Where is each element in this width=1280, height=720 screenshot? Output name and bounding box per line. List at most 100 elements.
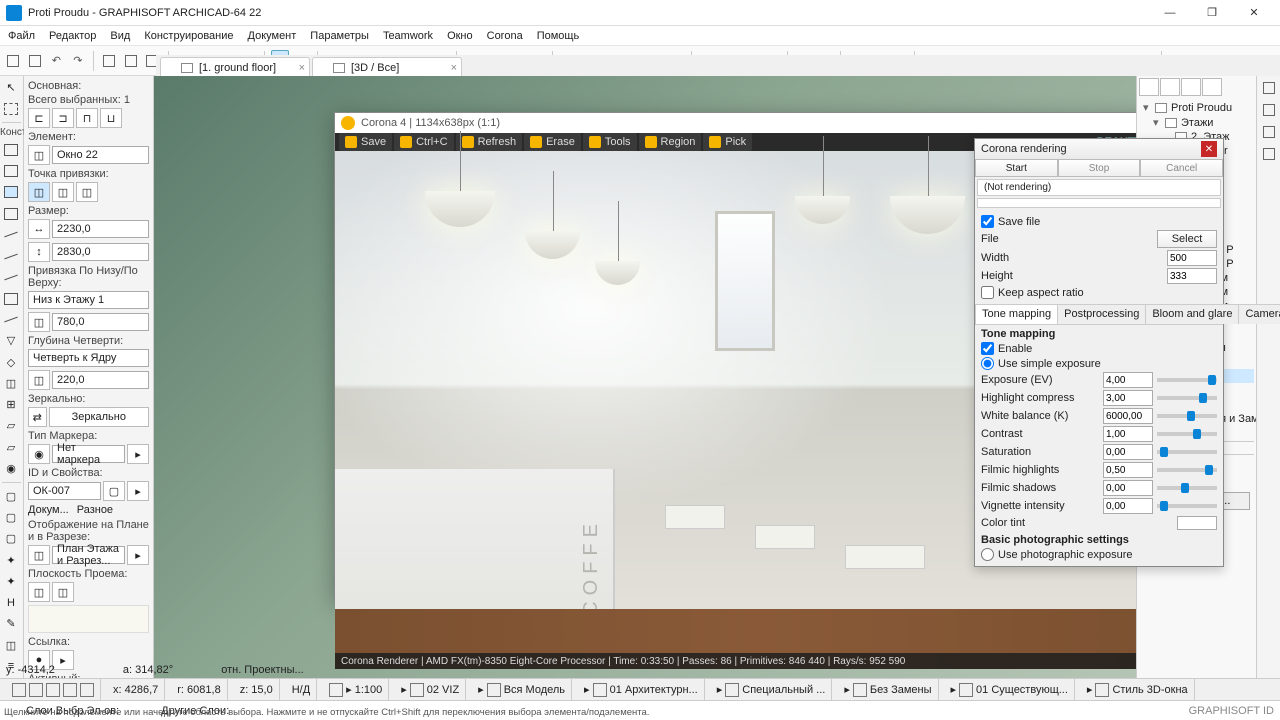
nav-tab-1[interactable] xyxy=(1139,78,1159,96)
param-6-input[interactable] xyxy=(1103,480,1153,496)
param-7-slider[interactable] xyxy=(1157,504,1217,508)
wall-tool[interactable] xyxy=(0,140,22,159)
column-tool[interactable] xyxy=(0,204,22,223)
depth-field[interactable]: 220,0 xyxy=(52,371,149,389)
vfb-refresh[interactable]: Refresh xyxy=(456,133,523,151)
param-2-slider[interactable] xyxy=(1157,414,1217,418)
tool-e[interactable]: ◫ xyxy=(0,374,22,393)
graphisoft-id[interactable]: GRAPHISOFT ID xyxy=(1189,705,1274,717)
photo-exposure-radio[interactable]: Use photographic exposure xyxy=(981,548,1217,561)
corona-close[interactable]: ✕ xyxy=(1201,141,1217,157)
menu-options[interactable]: Параметры xyxy=(310,30,369,42)
anchor-1[interactable]: ◫ xyxy=(28,182,50,202)
mirror-btn[interactable]: Зеркально xyxy=(49,407,149,427)
menu-document[interactable]: Документ xyxy=(248,30,297,42)
vfb-pick[interactable]: Pick xyxy=(703,133,752,151)
param-2-input[interactable] xyxy=(1103,408,1153,424)
tb-redo[interactable]: ↷ xyxy=(69,50,88,72)
menu-view[interactable]: Вид xyxy=(110,30,130,42)
tool-b[interactable] xyxy=(0,310,22,329)
param-4-input[interactable] xyxy=(1103,444,1153,460)
marker-more[interactable]: ▸ xyxy=(127,444,149,464)
menu-corona[interactable]: Corona xyxy=(487,30,523,42)
tool-f[interactable]: ⊞ xyxy=(0,395,22,414)
rtool-3[interactable] xyxy=(1259,122,1279,142)
rtool-2[interactable] xyxy=(1259,100,1279,120)
geom-method-1[interactable]: ⊏ xyxy=(28,108,50,128)
save-file-check[interactable]: Save file xyxy=(981,215,1217,228)
offset-field[interactable]: 780,0 xyxy=(52,313,149,331)
close-icon[interactable]: × xyxy=(451,62,457,74)
element-name[interactable]: Окно 22 xyxy=(52,146,149,164)
select-file-btn[interactable]: Select xyxy=(1157,230,1217,248)
plan-arrow[interactable]: ▸ xyxy=(127,545,149,565)
marker-field[interactable]: Нет маркера xyxy=(52,445,125,463)
nav-tab-2[interactable] xyxy=(1160,78,1180,96)
vfb-save[interactable]: Save xyxy=(339,133,392,151)
tool-a[interactable] xyxy=(0,289,22,308)
tool-n[interactable]: ✦ xyxy=(0,572,22,591)
geom-method-4[interactable]: ⊔ xyxy=(100,108,122,128)
color-tint-swatch[interactable] xyxy=(1177,516,1217,530)
arrow-tool[interactable]: ↖ xyxy=(0,78,22,97)
nav-tab-3[interactable] xyxy=(1181,78,1201,96)
close-icon[interactable]: × xyxy=(299,62,305,74)
width-input[interactable] xyxy=(1167,250,1217,266)
tool-g[interactable]: ▱ xyxy=(0,416,22,435)
menu-file[interactable]: Файл xyxy=(8,30,35,42)
id-field[interactable]: ОК-007 xyxy=(28,482,101,500)
corona-cancel[interactable]: Cancel xyxy=(1140,159,1223,177)
anchor-2[interactable]: ◫ xyxy=(52,182,74,202)
element-icon[interactable]: ◫ xyxy=(28,145,50,165)
corona-panel-header[interactable]: Corona rendering ✕ xyxy=(975,139,1223,159)
open-2[interactable]: ◫ xyxy=(52,582,74,602)
param-0-input[interactable] xyxy=(1103,372,1153,388)
maximize-button[interactable]: ❐ xyxy=(1192,2,1232,24)
height-field[interactable]: 2830,0 xyxy=(52,243,149,261)
height-input[interactable] xyxy=(1167,268,1217,284)
close-button[interactable]: ✕ xyxy=(1234,2,1274,24)
tab-tonemapping[interactable]: Tone mapping xyxy=(975,304,1058,324)
param-6-slider[interactable] xyxy=(1157,486,1217,490)
tb-cut[interactable] xyxy=(100,50,119,72)
bind-field[interactable]: Низ к Этажу 1 xyxy=(28,291,149,309)
plan-field[interactable]: План Этажа и Разрез... xyxy=(52,546,125,564)
tb-new[interactable] xyxy=(4,50,23,72)
param-7-input[interactable] xyxy=(1103,498,1153,514)
param-1-input[interactable] xyxy=(1103,390,1153,406)
rtool-1[interactable] xyxy=(1259,78,1279,98)
slab-tool[interactable] xyxy=(0,247,22,266)
minimize-button[interactable]: — xyxy=(1150,2,1190,24)
tool-q[interactable]: ◫ xyxy=(0,635,22,654)
rtool-4[interactable] xyxy=(1259,144,1279,164)
vfb-ctrlc[interactable]: Ctrl+C xyxy=(394,133,453,151)
corona-start[interactable]: Start xyxy=(975,159,1058,177)
enable-check[interactable]: Enable xyxy=(981,342,1217,355)
menu-window[interactable]: Окно xyxy=(447,30,473,42)
id-arrow[interactable]: ▸ xyxy=(127,481,149,501)
tab-ground-floor[interactable]: [1. ground floor] × xyxy=(160,57,310,77)
simple-exposure-radio[interactable]: Use simple exposure xyxy=(981,357,1217,370)
nav-tab-4[interactable] xyxy=(1202,78,1222,96)
tab-postprocessing[interactable]: Postprocessing xyxy=(1057,304,1146,324)
tool-i[interactable]: ◉ xyxy=(0,459,22,478)
param-3-slider[interactable] xyxy=(1157,432,1217,436)
vfb-tools[interactable]: Tools xyxy=(583,133,637,151)
magnet-icon[interactable] xyxy=(12,683,26,697)
width-field[interactable]: 2230,0 xyxy=(52,220,149,238)
tool-k[interactable]: ▢ xyxy=(0,508,22,527)
depth-mode[interactable]: Четверть к Ядру xyxy=(28,349,149,367)
param-4-slider[interactable] xyxy=(1157,450,1217,454)
tool-c[interactable]: ▽ xyxy=(0,331,22,350)
tool-l[interactable]: ▢ xyxy=(0,529,22,548)
layer-icon[interactable] xyxy=(329,683,343,697)
tool-j[interactable]: ▢ xyxy=(0,487,22,506)
tb-open[interactable] xyxy=(26,50,45,72)
trace-icon[interactable] xyxy=(80,683,94,697)
tool-p[interactable]: ✎ xyxy=(0,614,22,633)
door-tool[interactable] xyxy=(0,162,22,181)
tb-copy[interactable] xyxy=(122,50,141,72)
tool-o[interactable]: H xyxy=(0,593,22,612)
corona-stop[interactable]: Stop xyxy=(1058,159,1141,177)
tab-bloom[interactable]: Bloom and glare xyxy=(1145,304,1239,324)
